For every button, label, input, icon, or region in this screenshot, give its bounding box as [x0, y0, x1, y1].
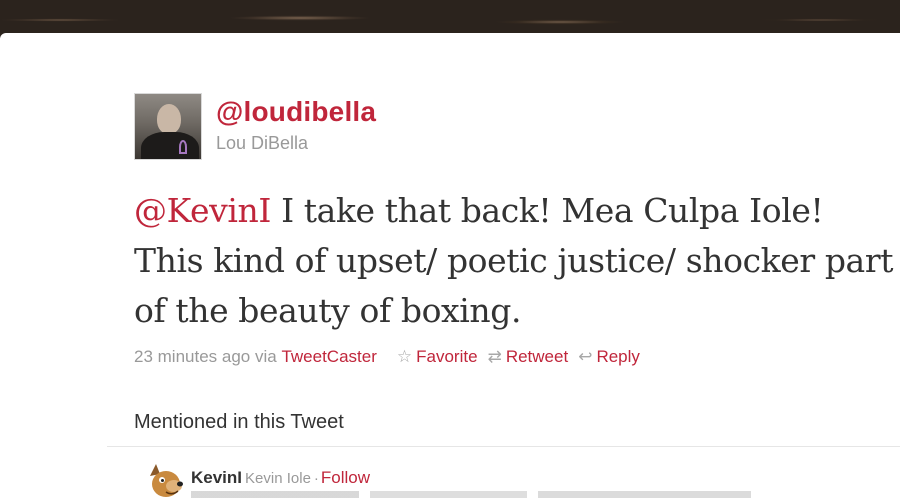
separator-dot: ·: [313, 470, 319, 487]
full-name: Lou DiBella: [216, 133, 309, 153]
user-avatar[interactable]: [134, 93, 202, 160]
client-link[interactable]: TweetCaster: [281, 347, 376, 367]
timestamp-link[interactable]: 23 minutes ago: [134, 347, 250, 367]
section-divider: [107, 446, 900, 447]
tweet-meta: 23 minutes ago via TweetCaster ☆ Favorit…: [134, 347, 640, 367]
cartoon-dog-icon: [150, 464, 183, 497]
mention-link[interactable]: @KevinI: [134, 191, 271, 230]
retweet-button[interactable]: ⇄ Retweet: [488, 347, 569, 367]
retweet-icon: ⇄: [487, 347, 502, 366]
mentioned-screen-name[interactable]: KevinI: [191, 468, 242, 487]
mentioned-user-line: KevinI Kevin Iole · Follow: [191, 468, 370, 488]
retweet-label: Retweet: [505, 347, 569, 366]
reply-label: Reply: [596, 347, 640, 366]
mentioned-real-name: Kevin Iole: [245, 470, 311, 487]
mentioned-user-avatar[interactable]: [146, 462, 184, 498]
reply-arrow-icon: ↩: [578, 347, 593, 366]
mentioned-user-bio-cutoff: [191, 491, 751, 498]
tweet-text: @KevinI I take that back! Mea Culpa Iole…: [134, 186, 894, 336]
screen-name-link[interactable]: @loudibella: [216, 96, 376, 128]
mentioned-section-title: Mentioned in this Tweet: [134, 411, 344, 433]
reply-button[interactable]: ↩ Reply: [578, 347, 640, 367]
star-outline-icon: ☆: [396, 347, 413, 366]
avatar-head-shape: [157, 104, 181, 134]
favorite-button[interactable]: ☆ Favorite: [397, 347, 478, 367]
avatar-body-shape: [141, 132, 199, 159]
follow-link[interactable]: Follow: [321, 468, 370, 487]
favorite-label: Favorite: [416, 347, 478, 366]
via-label: via: [254, 347, 277, 366]
ribbon-icon: [179, 140, 187, 154]
